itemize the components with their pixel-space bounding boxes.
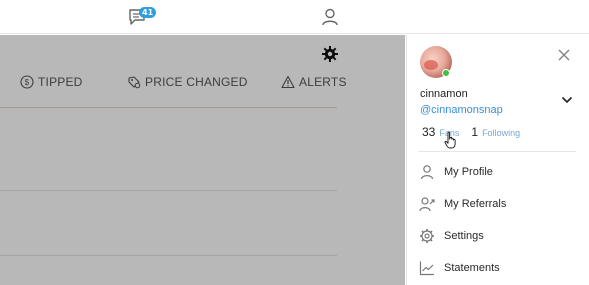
menu-item-my-referrals[interactable]: My Referrals <box>419 194 506 214</box>
menu-item-label: My Referrals <box>444 198 507 210</box>
panel-divider <box>418 151 576 152</box>
menu-item-statements[interactable]: Statements <box>419 258 500 278</box>
dim-overlay[interactable] <box>0 35 405 285</box>
close-icon[interactable] <box>557 47 571 61</box>
user-icon[interactable] <box>320 8 340 26</box>
menu-item-label: My Profile <box>444 166 493 178</box>
menu-item-label: Statements <box>444 262 500 274</box>
referrals-icon <box>419 197 435 212</box>
menu-item-my-profile[interactable]: My Profile <box>419 162 493 182</box>
fans-count[interactable]: 33 <box>422 125 435 139</box>
hand-cursor-icon <box>444 131 458 149</box>
menu-item-label: Settings <box>444 230 484 242</box>
user-icon <box>420 165 434 180</box>
username: cinnamon <box>420 88 468 100</box>
top-navigation-bar: 41 <box>0 0 589 34</box>
following-count[interactable]: 1 <box>471 125 478 139</box>
gear-icon <box>420 229 434 243</box>
chevron-down-icon[interactable] <box>561 90 573 104</box>
user-menu-panel: cinnamon @cinnamonsnap 33 Fans 1 Followi… <box>406 35 589 285</box>
online-status-dot <box>442 69 450 77</box>
user-handle[interactable]: @cinnamonsnap <box>420 104 503 116</box>
menu-item-settings[interactable]: Settings <box>419 226 484 246</box>
messages-badge: 41 <box>139 7 157 18</box>
chart-icon <box>419 261 434 276</box>
follow-counts: 33 Fans 1 Following <box>422 125 520 139</box>
following-label[interactable]: Following <box>482 128 520 138</box>
